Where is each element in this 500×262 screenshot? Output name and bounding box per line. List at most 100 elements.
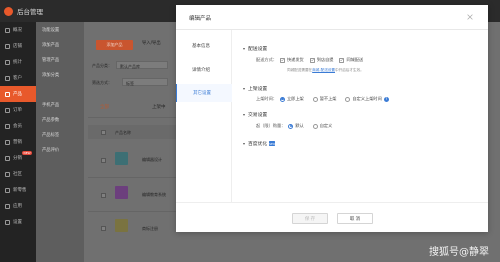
sidebar-item[interactable]: 设置 — [0, 214, 36, 230]
close-icon[interactable] — [464, 11, 476, 23]
check-icon — [279, 57, 285, 63]
sidebar-item[interactable]: 概况 — [0, 22, 36, 38]
radio-list-custom-label: 自定义上架时间 — [352, 96, 382, 101]
radio-limit-custom-label: 自定义 — [319, 123, 333, 128]
modal-tab-list: 基本信息 详情介绍 其它设置 — [176, 30, 232, 202]
product-name[interactable]: 编辑教育系统 — [142, 192, 166, 198]
sidebar-item-label: 分销 — [13, 156, 22, 161]
hint-suffix: 中开启后才生效。 — [335, 68, 364, 72]
subnav-item[interactable]: 功能设置 — [36, 22, 84, 37]
nav-icon — [5, 123, 10, 129]
delivery-section-title[interactable]: 配送设置 — [243, 45, 267, 52]
product-thumbnail — [115, 186, 128, 199]
subnav-item[interactable]: 管理产品 — [36, 52, 84, 67]
caret-down-icon — [243, 113, 245, 116]
sidebar-item-label: 客户 — [13, 76, 22, 81]
tab-all[interactable]: 全部 — [100, 104, 109, 110]
save-button[interactable]: 保 存 — [292, 213, 328, 224]
subnav-item[interactable]: 添加分类 — [36, 67, 84, 82]
delivery-settings-link[interactable]: 商城-配送设置 — [312, 68, 335, 72]
cancel-button[interactable]: 取 消 — [337, 213, 373, 224]
sidebar-item[interactable]: 社区 — [0, 166, 36, 182]
radio-limit-custom[interactable]: 自定义 — [312, 123, 333, 129]
nav-icon — [5, 139, 10, 145]
filter-category-select[interactable]: 默认产品库 — [116, 61, 168, 69]
express-label: 快递发货 — [286, 57, 304, 62]
product-thumbnail — [115, 219, 128, 232]
app-logo — [4, 6, 13, 16]
subnav-item[interactable]: 产品标签 — [36, 127, 84, 142]
row-checkbox[interactable] — [101, 158, 106, 163]
row-checkbox[interactable] — [101, 226, 106, 231]
import-export-button[interactable]: 导入/导出 — [142, 40, 161, 46]
pickup-checkbox[interactable]: 到店自提 — [309, 57, 334, 63]
add-product-button[interactable]: 添加产品 — [96, 40, 133, 50]
radio-limit-default-label: 默认 — [295, 123, 304, 128]
row-divider — [88, 211, 176, 212]
sidebar-item-label: 店铺 — [13, 44, 22, 49]
nav-icon — [5, 91, 10, 97]
modal-body: 配送设置 配送方式： 快递发货 到店自提 同城配送 同城配送需要在商城-配送设置… — [234, 30, 488, 202]
radio-limit-default[interactable]: 默认 — [288, 123, 304, 129]
subnav-item[interactable]: 产品评价 — [36, 142, 84, 157]
sidebar-item-label: 营销 — [13, 140, 22, 145]
modal-header: 编辑产品 — [176, 5, 488, 30]
local-delivery-label: 同城配送 — [346, 57, 364, 62]
nav-icon — [5, 187, 10, 193]
check-icon — [309, 57, 315, 63]
sidebar-item[interactable]: 产品 — [0, 86, 36, 102]
sidebar-item[interactable]: 统计 — [0, 54, 36, 70]
delivery-label: 配送方式： — [256, 57, 277, 62]
radio-list-custom[interactable]: 自定义上架时间 — [345, 96, 382, 102]
sidebar-item-label: 概况 — [13, 28, 22, 33]
product-name[interactable]: 商标注册 — [142, 226, 158, 232]
sidebar-item[interactable]: 应用 — [0, 198, 36, 214]
radio-list-now[interactable]: 立即上架 — [279, 96, 304, 102]
select-all-checkbox[interactable] — [101, 130, 106, 135]
radio-list-later[interactable]: 暂不上架 — [312, 96, 336, 102]
subnav-item[interactable]: 手机产品 — [36, 97, 84, 112]
modal-footer: 保 存 取 消 — [176, 202, 488, 232]
tab-other-settings[interactable]: 其它设置 — [176, 84, 232, 102]
row-checkbox[interactable] — [101, 193, 106, 198]
sidebar-item-label: 社区 — [13, 172, 22, 177]
main-sidebar: 概况店铺统计客户产品订单会员营销分销 NEW 社区新零售 应用 设置 — [0, 22, 36, 262]
express-checkbox[interactable]: 快递发货 — [279, 57, 304, 63]
help-icon[interactable]: ? — [383, 96, 389, 102]
subnav-item[interactable]: 产品参数 — [36, 112, 84, 127]
sidebar-item[interactable]: 新零售 — [0, 182, 36, 198]
trade-section-label: 交易设置 — [248, 113, 268, 118]
sidebar-item[interactable]: 店铺 — [0, 38, 36, 54]
edit-product-modal: 编辑产品 基本信息 详情介绍 其它设置 配送设置 配送方式： 快递发货 到店自提 — [176, 5, 488, 232]
sidebar-item[interactable]: 分销 NEW — [0, 150, 36, 166]
sidebar-item[interactable]: 订单 — [0, 102, 36, 118]
sidebar-item[interactable]: 客户 — [0, 70, 36, 86]
filter-mode-label: 筛选方式： — [92, 80, 112, 85]
pickup-label: 到店自提 — [316, 57, 334, 62]
shelf-section-title[interactable]: 上架设置 — [243, 85, 267, 92]
seo-section-title[interactable]: 百度优化 SEO — [243, 140, 275, 147]
sidebar-item[interactable]: 会员 — [0, 118, 36, 134]
seo-badge-icon: SEO — [269, 141, 276, 146]
sidebar-item-label: 订单 — [13, 108, 22, 113]
trade-section-title[interactable]: 交易设置 — [243, 111, 267, 118]
tab-basic-info[interactable]: 基本信息 — [176, 37, 232, 55]
tab-details[interactable]: 详情介绍 — [176, 61, 232, 79]
nav-icon — [5, 43, 10, 49]
subnav-item[interactable]: 添加产品 — [36, 37, 84, 52]
product-name[interactable]: 编辑器设计 — [142, 157, 162, 163]
nav-icon — [5, 107, 10, 113]
subnav-item[interactable] — [36, 82, 84, 97]
shelf-label: 上架时间： — [256, 96, 277, 101]
product-thumbnail — [115, 152, 128, 165]
filter-mode-select[interactable]: 标签 — [122, 78, 168, 86]
caret-down-icon — [243, 87, 245, 90]
watermark: 搜狐号@静翠 — [429, 247, 489, 258]
sidebar-item[interactable]: 营销 — [0, 134, 36, 150]
sidebar-item-label: 产品 — [13, 92, 22, 97]
nav-icon — [5, 203, 10, 209]
delivery-row: 配送方式： 快递发货 到店自提 同城配送 — [256, 57, 369, 63]
nav-icon — [5, 219, 10, 225]
tab-on-sale[interactable]: 上架中 — [152, 104, 166, 110]
local-delivery-checkbox[interactable]: 同城配送 — [339, 57, 363, 63]
